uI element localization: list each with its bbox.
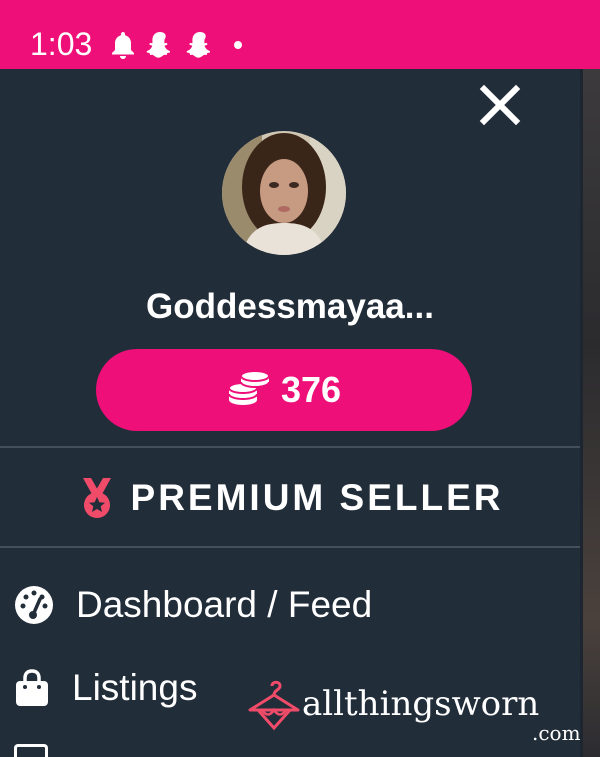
premium-seller-label: PREMIUM SELLER: [130, 477, 504, 518]
brand-logo: allthingsworn .com: [246, 672, 596, 752]
brand-tld: .com: [532, 721, 581, 745]
menu-item-dashboard[interactable]: Dashboard / Feed: [14, 583, 372, 627]
background-page-edge: [580, 69, 600, 757]
premium-seller-badge: PREMIUM SELLER: [0, 470, 580, 526]
status-bar: 1:03: [0, 0, 600, 69]
status-time: 1:03: [30, 26, 93, 62]
menu-item-listings[interactable]: Listings: [14, 666, 197, 710]
hanger-icon: [248, 680, 300, 731]
status-icons: [110, 28, 242, 62]
brand-name: allthingsworn: [302, 684, 540, 724]
close-icon[interactable]: [476, 81, 524, 129]
avatar[interactable]: [222, 131, 346, 255]
avatar-image: [222, 131, 346, 255]
notification-bell-icon: [112, 32, 134, 59]
shopping-bag-icon: [16, 669, 48, 706]
divider: [0, 546, 580, 548]
coins-balance-button[interactable]: 376: [96, 349, 472, 431]
snapchat-icon: [146, 32, 171, 58]
username: Goddessmayaa...: [146, 287, 434, 326]
dashboard-gauge-icon: [15, 586, 53, 624]
dot-icon: [234, 41, 242, 49]
snapchat-icon: [186, 32, 211, 58]
menu-item-label: Listings: [72, 667, 198, 708]
divider: [0, 446, 580, 448]
menu-item-partial-icon: [14, 744, 48, 757]
coin-stack-icon: [227, 370, 270, 405]
coins-count: 376: [280, 369, 342, 410]
medal-icon: [82, 478, 111, 518]
menu-item-label: Dashboard / Feed: [76, 584, 373, 625]
